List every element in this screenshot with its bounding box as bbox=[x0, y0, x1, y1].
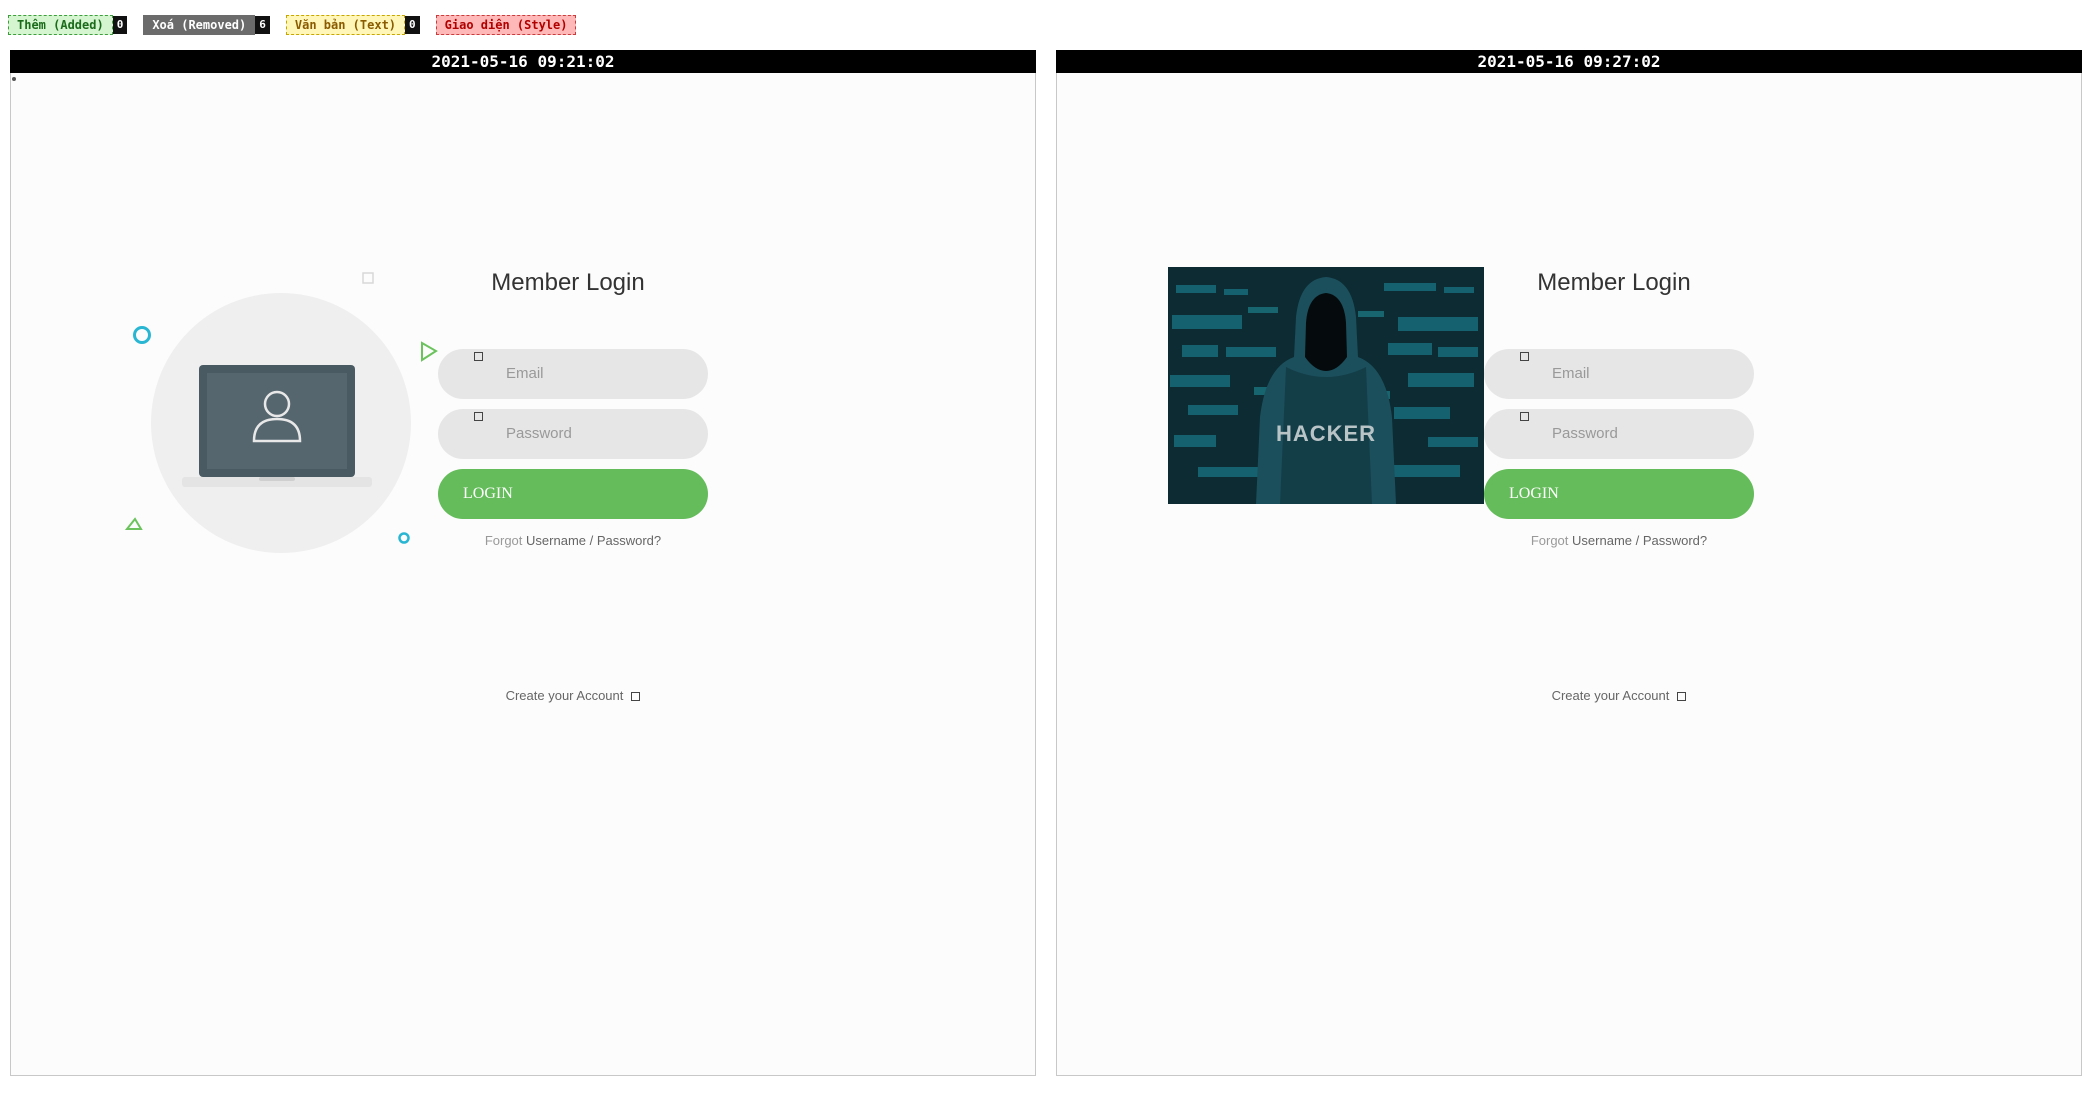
hooded-hacker-icon bbox=[1168, 267, 1484, 504]
arrow-right-icon bbox=[1677, 692, 1687, 701]
email-field[interactable]: Email bbox=[1484, 349, 1754, 399]
legend-added: Thêm (Added) 0 bbox=[8, 15, 128, 35]
forgot-link[interactable]: Username / Password? bbox=[526, 533, 661, 548]
screenshot-panel-after: 2021-05-16 09:27:02 HACKER Member Login … bbox=[1056, 50, 2082, 1076]
forgot-link[interactable]: Username / Password? bbox=[1572, 533, 1707, 548]
screenshot-panel-before: 2021-05-16 09:21:02 Member Login Email P… bbox=[10, 50, 1036, 1076]
legend-text: Văn bản (Text) 0 bbox=[285, 15, 420, 35]
page-title: Member Login bbox=[1537, 269, 1691, 296]
diff-legend: Thêm (Added) 0 Xoá (Removed) 6 Văn bản (… bbox=[8, 15, 577, 35]
email-placeholder: Email bbox=[506, 365, 544, 382]
password-placeholder: Password bbox=[1552, 425, 1618, 442]
forgot-text: Forgot Username / Password? bbox=[438, 533, 708, 548]
arrow-right-icon bbox=[631, 692, 641, 701]
login-button[interactable]: LOGIN bbox=[1484, 469, 1754, 519]
legend-added-count: 0 bbox=[112, 16, 128, 34]
envelope-icon bbox=[1520, 352, 1529, 361]
legend-text-count: 0 bbox=[405, 16, 420, 34]
legend-added-label: Thêm (Added) bbox=[8, 15, 113, 35]
forgot-prefix: Forgot bbox=[484, 533, 523, 548]
legend-removed: Xoá (Removed) 6 bbox=[143, 15, 270, 35]
lock-icon bbox=[474, 412, 483, 421]
legend-style-label: Giao diện (Style) bbox=[435, 15, 577, 35]
password-field[interactable]: Password bbox=[1484, 409, 1754, 459]
create-account-link[interactable]: Create your Account bbox=[438, 688, 708, 703]
forgot-text: Forgot Username / Password? bbox=[1484, 533, 1754, 548]
legend-removed-label: Xoá (Removed) bbox=[143, 15, 256, 35]
login-button[interactable]: LOGIN bbox=[438, 469, 708, 519]
legend-removed-count: 6 bbox=[255, 16, 270, 34]
create-account-label: Create your Account bbox=[1551, 688, 1670, 703]
panel-timestamp: 2021-05-16 09:27:02 bbox=[1056, 50, 2082, 73]
hacker-image-caption: HACKER bbox=[1275, 421, 1377, 446]
hacker-image: HACKER bbox=[1168, 267, 1484, 504]
create-account-link[interactable]: Create your Account bbox=[1484, 688, 1754, 703]
laptop-user-icon bbox=[124, 272, 438, 553]
page-title: Member Login bbox=[491, 269, 645, 296]
legend-text-label: Văn bản (Text) bbox=[285, 15, 406, 35]
envelope-icon bbox=[474, 352, 483, 361]
legend-style: Giao diện (Style) bbox=[435, 15, 577, 35]
password-placeholder: Password bbox=[506, 425, 572, 442]
lock-icon bbox=[1520, 412, 1529, 421]
email-field[interactable]: Email bbox=[438, 349, 708, 399]
forgot-prefix: Forgot bbox=[1530, 533, 1569, 548]
email-placeholder: Email bbox=[1552, 365, 1590, 382]
create-account-label: Create your Account bbox=[505, 688, 624, 703]
password-field[interactable]: Password bbox=[438, 409, 708, 459]
